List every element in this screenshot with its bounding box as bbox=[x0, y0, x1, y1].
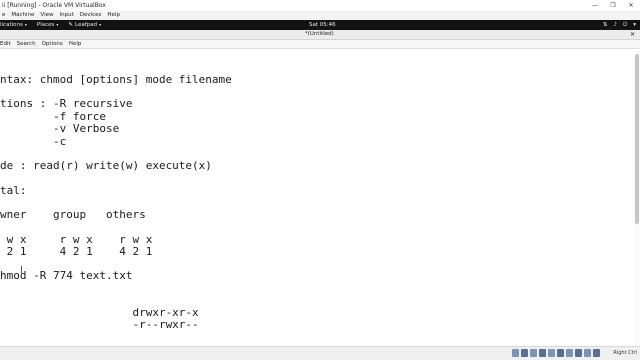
applications-menu[interactable]: lications ▾ bbox=[0, 20, 27, 30]
hard-disk-icon[interactable] bbox=[512, 349, 519, 357]
text-line: hmod -R 774 text.txt bbox=[0, 269, 133, 282]
mouse-ibeam-cursor bbox=[21, 266, 22, 273]
menu-devices[interactable]: Devices bbox=[80, 11, 102, 20]
dropdown-triangle-icon: ▾ bbox=[56, 22, 59, 27]
network-icon: ⇅ bbox=[602, 22, 608, 28]
app-menu-label: Leafpad bbox=[75, 22, 98, 28]
text-line: tions : -R recursive bbox=[0, 97, 133, 110]
vertical-scrollbar[interactable] bbox=[634, 50, 640, 346]
text-line: wner group others bbox=[0, 208, 146, 221]
shared-folders-icon[interactable] bbox=[557, 349, 564, 357]
menu-help[interactable]: Help bbox=[107, 11, 120, 20]
maximize-button[interactable]: ❐ bbox=[604, 0, 622, 11]
audio-icon[interactable] bbox=[530, 349, 537, 357]
text-line: -c bbox=[0, 135, 67, 148]
device-status-icons bbox=[512, 349, 600, 357]
network-adapter-icon[interactable] bbox=[539, 349, 546, 357]
window-title: ii [Running] - Oracle VM VirtualBox bbox=[2, 2, 106, 9]
text-line: ntax: chmod [options] mode filename bbox=[0, 73, 232, 86]
text-line: -v Verbose bbox=[0, 122, 120, 135]
dropdown-triangle-icon: ▾ bbox=[99, 22, 102, 27]
menu-edit[interactable]: Edit bbox=[0, 40, 11, 48]
menu-file-partial[interactable]: e bbox=[2, 11, 5, 20]
system-tray[interactable]: ⇅ ♪ ⏻ ▾ bbox=[603, 20, 636, 30]
mouse-integration-icon[interactable] bbox=[593, 349, 600, 357]
gnome-top-panel: lications ▾ Places ▾ ✎ Leafpad ▾ Sat 05:… bbox=[0, 20, 640, 30]
close-icon[interactable]: ✕ bbox=[630, 30, 635, 39]
power-icon: ⏻ bbox=[622, 22, 628, 28]
scrollbar-thumb[interactable] bbox=[635, 54, 639, 224]
places-label: Places bbox=[36, 22, 55, 28]
vbox-menu-bar: e Machine View Input Devices Help bbox=[0, 11, 640, 20]
minimize-button[interactable]: — bbox=[586, 0, 604, 11]
menu-machine[interactable]: Machine bbox=[11, 11, 34, 20]
text-line: 2 1 4 2 1 4 2 1 bbox=[0, 245, 153, 258]
text-line: de : read(r) write(w) execute(x) bbox=[0, 159, 212, 172]
text-editor-area[interactable]: ntax: chmod [options] mode filename tion… bbox=[0, 50, 634, 346]
applications-label: lications bbox=[0, 22, 23, 28]
menu-view[interactable]: View bbox=[40, 11, 53, 20]
host-key-label: Right Ctrl bbox=[613, 350, 637, 356]
places-menu[interactable]: Places ▾ bbox=[37, 20, 59, 30]
pencil-icon: ✎ bbox=[68, 22, 73, 28]
chevron-down-icon: ▾ bbox=[633, 22, 636, 28]
document-title: *(Untitled) bbox=[305, 31, 334, 37]
video-capture-icon[interactable] bbox=[575, 349, 582, 357]
editor-menu-bar: Edit Search Options Help bbox=[0, 40, 640, 49]
menu-search[interactable]: Search bbox=[17, 40, 36, 48]
menu-input[interactable]: Input bbox=[59, 11, 73, 20]
volume-icon: ♪ bbox=[613, 22, 617, 28]
text-line: tal: bbox=[0, 184, 27, 197]
dropdown-triangle-icon: ▾ bbox=[24, 22, 27, 27]
close-window-button[interactable]: ✕ bbox=[622, 0, 640, 11]
optical-drive-icon[interactable] bbox=[521, 349, 528, 357]
display-icon[interactable] bbox=[566, 349, 573, 357]
usb-icon[interactable] bbox=[548, 349, 555, 357]
menu-options[interactable]: Options bbox=[42, 40, 63, 48]
menu-help-editor[interactable]: Help bbox=[69, 40, 82, 48]
text-line: -r--rwxr-- bbox=[0, 318, 199, 331]
cpu-icon[interactable] bbox=[584, 349, 591, 357]
window-controls: — ❐ ✕ bbox=[586, 0, 640, 11]
panel-clock[interactable]: Sat 05:46 bbox=[309, 20, 336, 30]
vbox-status-bar: Right Ctrl bbox=[0, 346, 640, 360]
editor-header-bar: *(Untitled) ✕ bbox=[0, 30, 640, 40]
app-menu[interactable]: ✎ Leafpad ▾ bbox=[68, 20, 101, 30]
